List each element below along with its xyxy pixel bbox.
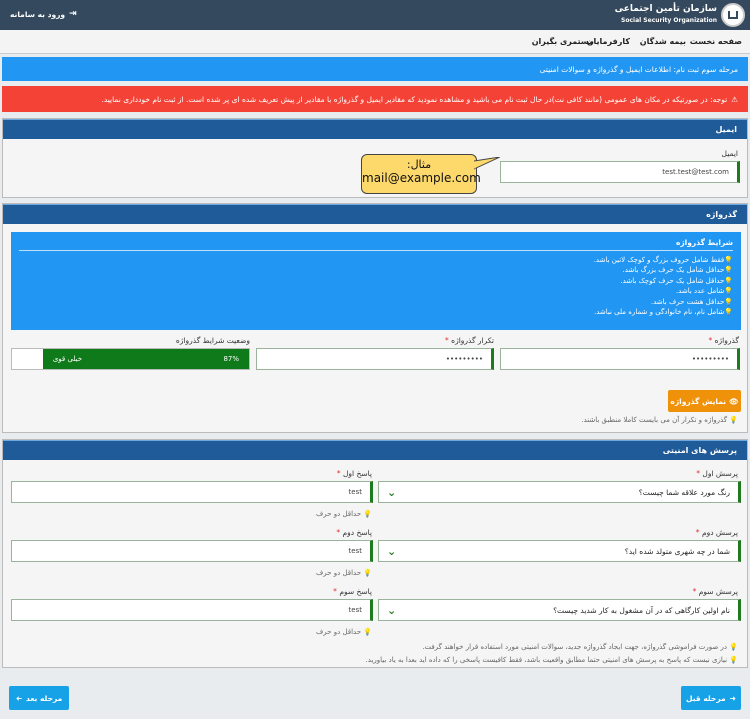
question3-select[interactable]: نام اولین کارگاهی که در آن مشغول به کار … <box>378 599 741 621</box>
login-link[interactable]: ⇥ ورود به سامانه <box>10 9 77 19</box>
question2-label: پرسش دوم * <box>695 528 738 537</box>
rule-item: 💡شامل نام، نام خانوادگی و شماره ملی نباش… <box>593 308 733 317</box>
tooltip-arrow <box>474 157 500 170</box>
step-banner: مرحله سوم ثبت نام: اطلاعات ایمیل و گذروا… <box>2 57 748 81</box>
answer3-label: پاسخ سوم * <box>333 587 372 596</box>
answer3-hint: 💡 حداقل دو حرف <box>316 628 372 636</box>
email-input[interactable]: test.test@test.com <box>500 161 740 183</box>
answer1-hint: 💡 حداقل دو حرف <box>316 510 372 518</box>
logo-emblem-icon <box>721 3 745 27</box>
password-match-hint: 💡 گذرواژه و تکرار آن می بایست کاملا منطب… <box>581 416 738 424</box>
arrow-right-icon: ➜ <box>729 693 736 703</box>
question1-select[interactable]: رنگ مورد علاقه شما چیست؟ ⌄ <box>378 481 741 503</box>
password-repeat-label: تکرار گذرواژه * <box>445 336 494 345</box>
strength-fill: 87% خیلی قوی <box>42 349 249 369</box>
rule-item: 💡حداقل هشت حرف باشد. <box>650 297 733 306</box>
security-note-2: 💡 نیازی نیست که پاسخ به پرسش های امنیتی … <box>365 656 738 664</box>
rule-item: 💡حداقل شامل یک حرف بزرگ باشد. <box>622 266 733 275</box>
question3-label: پرسش سوم * <box>692 587 738 596</box>
question1-label: پرسش اول * <box>696 469 738 478</box>
question2-select[interactable]: شما در چه شهری متولد شده اید؟ ⌄ <box>378 540 741 562</box>
nav-pensioners[interactable]: مستمری بگیران <box>532 37 594 46</box>
answer2-label: پاسخ دوم * <box>336 528 372 537</box>
warning-icon: ⚠ <box>731 94 738 104</box>
eye-icon: 👁 <box>729 396 739 406</box>
prev-step-button[interactable]: ➜ مرحله قبل <box>681 686 741 710</box>
rule-item: 💡شامل عدد باشد. <box>675 287 733 296</box>
email-label: ایمیل <box>721 149 738 158</box>
bulb-icon: 💡 <box>724 287 733 296</box>
bulb-icon: 💡 <box>363 628 372 636</box>
password-label: گذرواژه * <box>708 336 739 345</box>
bulb-icon: 💡 <box>729 416 738 424</box>
password-rules-title: شرایط گذرواژه <box>19 238 733 251</box>
answer1-input[interactable]: test <box>11 481 373 503</box>
rule-item: 💡حداقل شامل یک حرف کوچک باشد. <box>620 276 733 285</box>
nav-home[interactable]: صفحه نخست <box>690 37 742 46</box>
bulb-icon: 💡 <box>724 276 733 285</box>
login-icon: ⇥ <box>69 9 77 19</box>
warning-alert: ⚠ توجه: در صورتیکه در مکان های عمومی (ما… <box>2 86 748 112</box>
password-input[interactable]: ••••••••• <box>500 348 740 370</box>
bulb-icon: 💡 <box>363 569 372 577</box>
bulb-icon: 💡 <box>729 643 738 651</box>
answer3-input[interactable]: test <box>11 599 373 621</box>
answer1-label: پاسخ اول * <box>336 469 372 478</box>
chevron-down-icon: ⌄ <box>387 485 397 499</box>
email-example-tooltip: مثال: mail@example.com <box>361 154 481 194</box>
org-name: سازمان تأمین اجتماعی <box>614 4 717 14</box>
bulb-icon: 💡 <box>724 308 733 317</box>
org-logo: سازمان تأمین اجتماعی Social Security Org… <box>615 3 745 27</box>
password-repeat-input[interactable]: ••••••••• <box>256 348 494 370</box>
password-section-title: گذرواژه <box>3 204 747 224</box>
answer2-input[interactable]: test <box>11 540 373 562</box>
bulb-icon: 💡 <box>363 510 372 518</box>
arrow-left-icon: ➜ <box>15 693 22 703</box>
answer2-hint: 💡 حداقل دو حرف <box>316 569 372 577</box>
bulb-icon: 💡 <box>724 266 733 275</box>
chevron-down-icon: ⌄ <box>387 603 397 617</box>
next-step-button[interactable]: مرحله بعد ➜ <box>9 686 69 710</box>
org-name-en: Social Security Organization <box>621 17 717 24</box>
show-password-button[interactable]: 👁 نمایش گذرواژه <box>668 390 741 412</box>
security-section-title: پرسش های امنیتی <box>3 440 747 460</box>
security-note-1: 💡 در صورت فراموشی گذرواژه، جهت ایجاد گذر… <box>422 643 738 651</box>
chevron-down-icon: ⌄ <box>387 544 397 558</box>
strength-bar: 87% خیلی قوی <box>11 348 250 370</box>
password-rules-list: 💡فقط شامل حروف بزرگ و کوچک لاتین باشد. 💡… <box>19 255 733 317</box>
bulb-icon: 💡 <box>724 256 733 264</box>
strength-label: وضعیت شرایط گذرواژه <box>175 336 250 345</box>
email-section-title: ایمیل <box>3 119 747 139</box>
rule-item: 💡فقط شامل حروف بزرگ و کوچک لاتین باشد. <box>593 256 733 264</box>
password-rules-box: شرایط گذرواژه 💡فقط شامل حروف بزرگ و کوچک… <box>11 232 741 330</box>
nav-insured[interactable]: بیمه شدگان <box>640 37 686 46</box>
bulb-icon: 💡 <box>724 297 733 306</box>
bulb-icon: 💡 <box>729 656 738 664</box>
main-nav <box>0 30 750 54</box>
